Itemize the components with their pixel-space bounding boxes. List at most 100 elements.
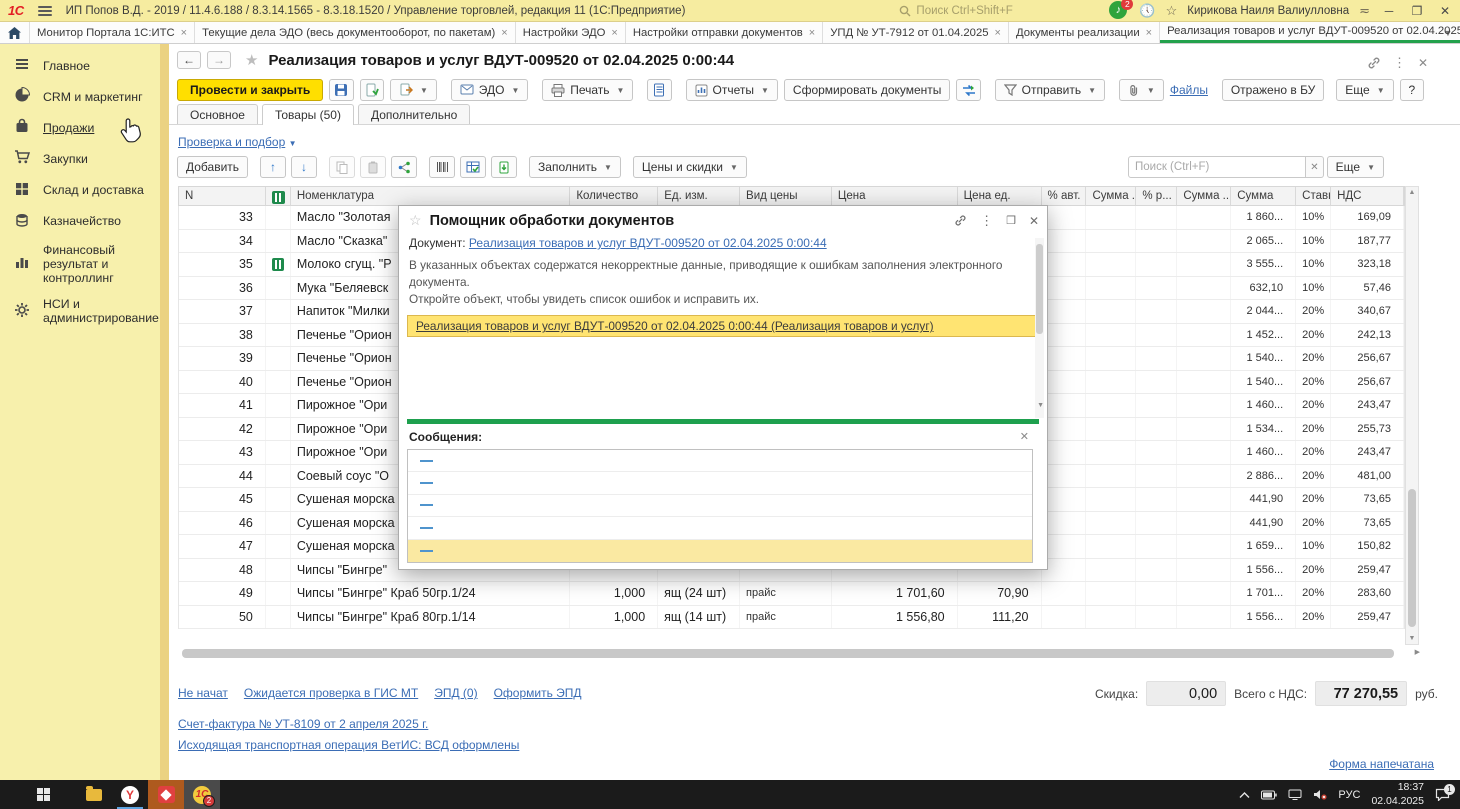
scroll-right-icon[interactable]: ▶: [1415, 648, 1420, 656]
notifications-button[interactable]: ♪ 2: [1109, 1, 1129, 21]
vetis-link[interactable]: Исходящая транспортная операция ВетИС: В…: [178, 738, 519, 752]
messages-close-icon[interactable]: ✕: [1020, 430, 1029, 443]
form-kebab-icon[interactable]: ⋮: [1393, 55, 1406, 71]
message-dash-link[interactable]: [420, 482, 433, 484]
status-link-4[interactable]: Оформить ЭПД: [494, 686, 582, 700]
sidebar-item-6[interactable]: Казначейство: [0, 206, 160, 237]
column-header-pa[interactable]: % авт.: [1042, 187, 1087, 205]
column-header-name[interactable]: Номенклатура: [291, 187, 571, 205]
action-center-button[interactable]: 1: [1435, 788, 1450, 801]
battery-icon[interactable]: [1261, 790, 1277, 800]
1c-app-button[interactable]: 1С2: [184, 780, 220, 809]
copy-row-button[interactable]: [329, 156, 355, 178]
create-based-on-button[interactable]: ▼: [390, 79, 437, 101]
table-search-input[interactable]: [1128, 156, 1306, 178]
delete-row-button[interactable]: [360, 156, 386, 178]
tab-close-icon[interactable]: ×: [809, 27, 815, 39]
dialog-scrollbar[interactable]: [1035, 238, 1044, 418]
move-up-button[interactable]: ↑: [260, 156, 286, 178]
remote-app-button[interactable]: [148, 780, 184, 809]
tab-close-icon[interactable]: ×: [1146, 27, 1152, 39]
tab-close-icon[interactable]: ×: [611, 27, 617, 39]
prices-discounts-button[interactable]: Цены и скидки▼: [633, 156, 747, 178]
column-header-unit[interactable]: Ед. изм.: [658, 187, 740, 205]
column-header-n[interactable]: N: [179, 187, 266, 205]
network-icon[interactable]: [1288, 789, 1302, 800]
add-row-button[interactable]: Добавить: [177, 156, 248, 178]
tab-close-icon[interactable]: ×: [181, 27, 187, 39]
more-button[interactable]: Еще▼: [1336, 79, 1393, 101]
scroll-up-icon[interactable]: ▲: [1406, 189, 1418, 196]
column-header-sum[interactable]: Сумма: [1231, 187, 1296, 205]
message-row[interactable]: [408, 450, 1032, 472]
vertical-scroll-thumb[interactable]: [1408, 489, 1416, 627]
forward-button[interactable]: →: [207, 51, 231, 69]
post-and-close-button[interactable]: Провести и закрыть: [177, 79, 323, 101]
message-dash-link[interactable]: [420, 460, 433, 462]
dialog-scroll-thumb[interactable]: [1036, 244, 1043, 334]
message-row[interactable]: [408, 495, 1032, 517]
form-printed-link[interactable]: Форма напечатана: [1329, 757, 1434, 771]
service-menu-icon[interactable]: ≂: [1359, 3, 1370, 19]
column-header-price[interactable]: Цена: [832, 187, 958, 205]
message-row[interactable]: [408, 540, 1032, 562]
move-down-button[interactable]: ↓: [291, 156, 317, 178]
dialog-close-icon[interactable]: ✕: [1029, 214, 1039, 228]
files-link[interactable]: Файлы: [1170, 83, 1208, 97]
column-header-qty[interactable]: Количество: [570, 187, 658, 205]
message-row[interactable]: [408, 517, 1032, 539]
column-header-vat[interactable]: НДС: [1331, 187, 1404, 205]
form-close-icon[interactable]: ✕: [1418, 56, 1428, 70]
table-row[interactable]: 49Чипсы "Бингре" Краб 50гр.1/241,000ящ (…: [179, 582, 1404, 606]
sidebar-item-8[interactable]: НСИ и администрирование: [0, 291, 160, 331]
main-menu-icon[interactable]: [38, 6, 52, 16]
close-button[interactable]: ✕: [1436, 4, 1454, 18]
window-tab-5[interactable]: УПД № УТ-7912 от 01.04.2025×: [823, 22, 1009, 43]
column-header-marker[interactable]: [266, 187, 291, 205]
form-tab-1[interactable]: Основное: [177, 104, 258, 125]
structure-button[interactable]: [391, 156, 417, 178]
column-header-sa[interactable]: Сумма ...: [1086, 187, 1136, 205]
global-search[interactable]: Поиск Ctrl+Shift+F: [899, 5, 1099, 17]
table-more-button[interactable]: Еще▼: [1327, 156, 1384, 178]
window-tab-1[interactable]: Монитор Портала 1С:ИТС×: [30, 22, 195, 43]
tab-close-icon[interactable]: ×: [995, 27, 1001, 39]
history-icon[interactable]: 🕔: [1139, 3, 1155, 19]
message-row[interactable]: [408, 472, 1032, 494]
sidebar-item-5[interactable]: Склад и доставка: [0, 175, 160, 206]
dialog-kebab-icon[interactable]: ⋮: [980, 213, 993, 229]
language-indicator[interactable]: РУС: [1338, 789, 1360, 801]
start-button[interactable]: [26, 780, 62, 809]
check-and-pick-link[interactable]: Проверка и подбор ▼: [178, 135, 297, 149]
favorites-star-icon[interactable]: ☆: [1166, 3, 1178, 19]
edo-send-button[interactable]: [956, 79, 980, 101]
column-header-sb[interactable]: Сумма ...: [1177, 187, 1231, 205]
volume-muted-icon[interactable]: [1313, 789, 1327, 800]
column-header-price_unit[interactable]: Цена ед.: [958, 187, 1042, 205]
form-tab-3[interactable]: Дополнительно: [358, 104, 470, 125]
user-name[interactable]: Кирикова Наиля Валиулловна: [1187, 5, 1349, 17]
edo-button[interactable]: ЭДО▼: [451, 79, 529, 101]
message-dash-link[interactable]: [420, 527, 433, 529]
fill-button[interactable]: Заполнить▼: [529, 156, 621, 178]
dialog-scroll-down-icon[interactable]: ▼: [1037, 402, 1044, 409]
message-dash-link[interactable]: [420, 504, 433, 506]
home-tab[interactable]: [0, 22, 30, 43]
window-tab-4[interactable]: Настройки отправки документов×: [626, 22, 823, 43]
window-tab-7[interactable]: Реализация товаров и услуг ВДУТ-009520 о…: [1160, 22, 1460, 43]
reflected-bu-button[interactable]: Отражено в БУ: [1222, 79, 1324, 101]
back-button[interactable]: ←: [177, 51, 201, 69]
tray-chevron-icon[interactable]: [1239, 791, 1250, 799]
tab-close-icon[interactable]: ×: [501, 27, 507, 39]
print-button[interactable]: Печать▼: [542, 79, 633, 101]
window-tab-2[interactable]: Текущие дела ЭДО (весь документооборот, …: [195, 22, 516, 43]
get-link-icon[interactable]: [1367, 56, 1381, 70]
load-button[interactable]: [491, 156, 517, 178]
dialog-document-link[interactable]: Реализация товаров и услуг ВДУТ-009520 о…: [469, 236, 827, 250]
file-explorer-button[interactable]: [76, 780, 112, 809]
tasks-button[interactable]: [647, 79, 671, 101]
status-link-3[interactable]: ЭПД (0): [434, 686, 477, 700]
status-link-2[interactable]: Ожидается проверка в ГИС МТ: [244, 686, 418, 700]
table-row[interactable]: 50Чипсы "Бингре" Краб 80гр.1/141,000ящ (…: [179, 606, 1404, 630]
column-header-rate[interactable]: Ставка ...: [1296, 187, 1331, 205]
